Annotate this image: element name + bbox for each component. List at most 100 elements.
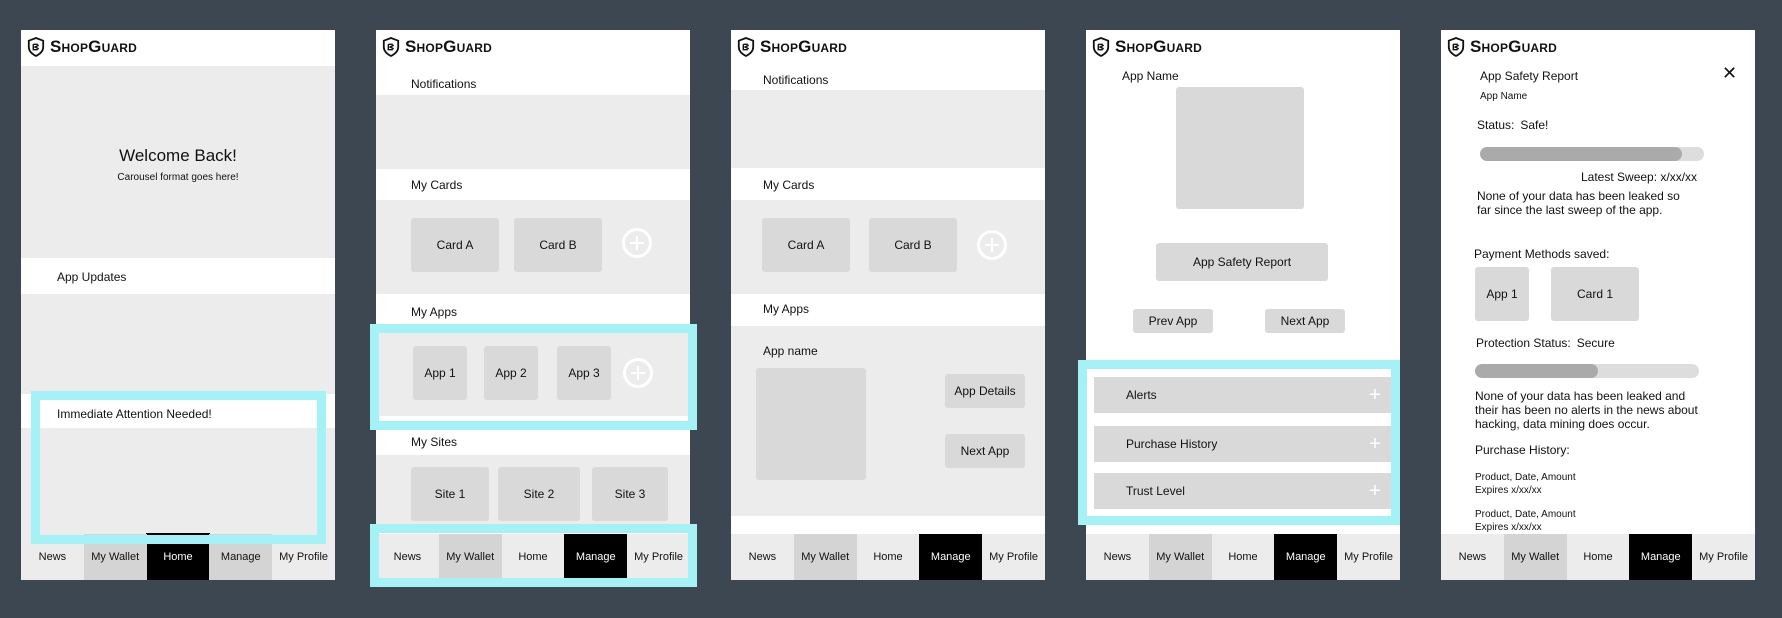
notifications-panel [731, 90, 1045, 168]
purchase-item-line1: Product, Date, Amount [1475, 509, 1576, 520]
app-details-button[interactable]: App Details [945, 374, 1025, 408]
nav-manage[interactable]: Manage [564, 534, 628, 580]
app-name-label: App Name [1122, 69, 1179, 83]
plus-icon[interactable]: + [1358, 433, 1392, 456]
shield-icon [737, 37, 755, 57]
welcome-title: Welcome Back! [119, 146, 237, 165]
app-3-button[interactable]: App 3 [557, 346, 611, 400]
protection-progress-fill [1475, 364, 1599, 378]
payment-methods-title: Payment Methods saved: [1474, 247, 1610, 261]
purchase-item-line2: Expires x/xx/xx [1475, 522, 1542, 533]
screen-home: ShopGuard Welcome Back! Carousel format … [21, 30, 335, 580]
card-b-button[interactable]: Card B [514, 218, 602, 272]
screen-app-safety-report: ShopGuard App Safety Report ✕ App Name S… [1441, 30, 1755, 580]
plus-icon[interactable]: + [1358, 384, 1392, 407]
screen-manage-app-detail: ShopGuard Notifications My Cards Card A … [731, 30, 1045, 580]
prev-app-button[interactable]: Prev App [1133, 309, 1213, 333]
nav-news[interactable]: News [376, 534, 439, 580]
my-apps-title: My Apps [411, 305, 458, 319]
brand-logo: ShopGuard [1447, 36, 1557, 58]
nav-manage[interactable]: Manage [1274, 534, 1338, 580]
nav-home[interactable]: Home [856, 534, 920, 580]
nav-news[interactable]: News [1086, 534, 1149, 580]
attention-panel [21, 428, 335, 534]
bottom-nav: News My Wallet Home Manage My Profile [1086, 534, 1400, 580]
purchase-item: Product, Date, Amount Expires x/xx/xx [1475, 508, 1576, 534]
next-app-button[interactable]: Next App [945, 434, 1025, 468]
purchase-item-line2: Expires x/xx/xx [1475, 485, 1542, 496]
sites-panel: Site 1 Site 2 Site 3 [376, 455, 690, 533]
app-1-button[interactable]: App 1 [413, 346, 467, 400]
add-card-icon[interactable] [622, 228, 652, 258]
card-a-button[interactable]: Card A [762, 218, 850, 272]
trust-level-label: Trust Level [1126, 484, 1185, 498]
nav-manage[interactable]: Manage [209, 534, 273, 580]
plus-icon[interactable]: + [1358, 480, 1392, 503]
app-updates-title: App Updates [57, 270, 127, 284]
next-app-button[interactable]: Next App [1265, 309, 1345, 333]
nav-my-profile[interactable]: My Profile [1337, 534, 1400, 580]
sweep-progress-fill [1480, 147, 1682, 161]
brand-name: ShopGuard [50, 37, 138, 56]
nav-home[interactable]: Home [1566, 534, 1630, 580]
brand-logo: ShopGuard [1092, 36, 1202, 58]
bottom-nav: News My Wallet Home Manage My Profile [1441, 534, 1755, 580]
payment-app-1[interactable]: App 1 [1475, 267, 1529, 321]
trust-level-section[interactable]: Trust Level + [1094, 473, 1392, 509]
card-a-button[interactable]: Card A [411, 218, 499, 272]
nav-my-wallet[interactable]: My Wallet [1148, 534, 1212, 580]
nav-my-profile[interactable]: My Profile [627, 534, 690, 580]
nav-my-wallet[interactable]: My Wallet [1503, 534, 1567, 580]
nav-my-profile[interactable]: My Profile [1692, 534, 1755, 580]
shield-icon [1092, 37, 1110, 57]
site-1-button[interactable]: Site 1 [411, 467, 489, 521]
nav-manage[interactable]: Manage [919, 534, 983, 580]
protection-label: Protection Status: [1476, 336, 1571, 350]
nav-my-profile[interactable]: My Profile [272, 534, 335, 580]
payment-card-1[interactable]: Card 1 [1551, 267, 1639, 321]
nav-my-wallet[interactable]: My Wallet [438, 534, 502, 580]
brand-logo: ShopGuard [382, 36, 492, 58]
welcome-carousel[interactable]: Welcome Back! Carousel format goes here! [21, 66, 335, 258]
card-b-button[interactable]: Card B [869, 218, 957, 272]
app-image [1176, 87, 1304, 209]
my-cards-title: My Cards [763, 178, 815, 192]
close-icon[interactable]: ✕ [1722, 63, 1737, 84]
app-thumbnail[interactable] [756, 368, 866, 480]
attention-title: Immediate Attention Needed! [57, 407, 212, 421]
app-2-button[interactable]: App 2 [484, 346, 538, 400]
nav-home[interactable]: Home [1211, 534, 1275, 580]
app-name-label: App name [763, 344, 818, 358]
alerts-section[interactable]: Alerts + [1094, 377, 1392, 413]
nav-news[interactable]: News [731, 534, 794, 580]
shield-icon [1447, 37, 1465, 57]
add-app-icon[interactable] [623, 358, 653, 388]
protection-text: None of your data has been leaked and th… [1475, 389, 1698, 431]
nav-home[interactable]: Home [501, 534, 565, 580]
site-3-button[interactable]: Site 3 [592, 467, 668, 521]
brand-name: ShopGuard [405, 37, 493, 56]
app-safety-report-button[interactable]: App Safety Report [1156, 243, 1328, 281]
screen-app-overview: ShopGuard App Name App Safety Report Pre… [1086, 30, 1400, 580]
apps-panel: App 1 App 2 App 3 [376, 326, 690, 416]
nav-manage[interactable]: Manage [1629, 534, 1693, 580]
protection-progress-bar [1475, 364, 1699, 378]
site-2-button[interactable]: Site 2 [498, 467, 580, 521]
nav-news[interactable]: News [21, 534, 84, 580]
purchase-history-section[interactable]: Purchase History + [1094, 426, 1392, 462]
my-sites-title: My Sites [411, 435, 458, 449]
cards-panel: Card A Card B [731, 200, 1045, 294]
my-cards-title: My Cards [411, 178, 463, 192]
nav-my-profile[interactable]: My Profile [982, 534, 1045, 580]
nav-news[interactable]: News [1441, 534, 1504, 580]
notifications-title: Notifications [763, 73, 829, 87]
status-value: Safe! [1520, 118, 1549, 132]
nav-my-wallet[interactable]: My Wallet [83, 534, 147, 580]
my-apps-title: My Apps [763, 302, 810, 316]
carousel-note: Carousel format goes here! [117, 172, 239, 183]
app-name-label: App Name [1480, 91, 1528, 102]
add-card-icon[interactable] [977, 230, 1007, 260]
nav-home[interactable]: Home [146, 534, 210, 580]
nav-my-wallet[interactable]: My Wallet [793, 534, 857, 580]
status-row: Status: Safe! [1477, 118, 1548, 132]
